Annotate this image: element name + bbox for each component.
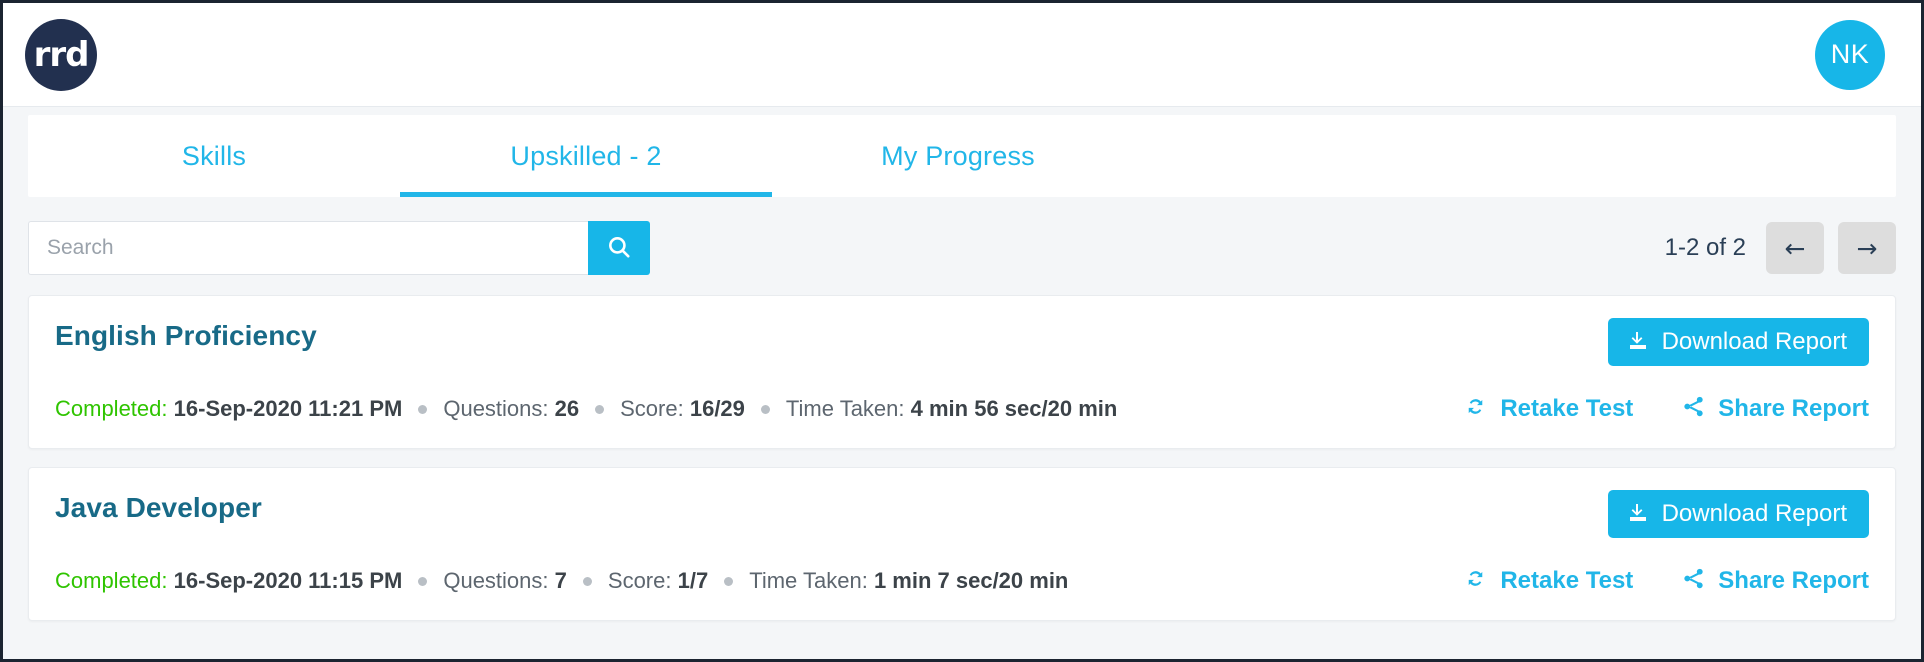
next-page-button[interactable]: → <box>1838 222 1896 274</box>
search-button[interactable] <box>588 221 650 275</box>
retake-test-button[interactable]: Retake Test <box>1463 566 1633 596</box>
dot-separator-icon <box>595 404 605 414</box>
meta-completed-value: 16-Sep-2020 11:15 PM <box>173 568 403 593</box>
avatar[interactable]: NK <box>1815 19 1885 90</box>
tab-label: My Progress <box>881 140 1035 171</box>
download-icon <box>1626 501 1650 528</box>
card-header-row: English Proficiency Download Report <box>55 318 1869 372</box>
share-icon <box>1681 566 1706 596</box>
retake-test-label: Retake Test <box>1500 567 1634 594</box>
meta-completed: Completed: 16-Sep-2020 11:15 PM <box>55 568 402 594</box>
meta-questions-key: Questions: <box>443 568 549 593</box>
dot-separator-icon <box>760 404 770 414</box>
meta-completed-key: Completed: <box>55 568 168 593</box>
dot-separator-icon <box>418 404 428 414</box>
app-header: rrd NK <box>3 3 1921 107</box>
meta-questions-value: 7 <box>554 568 567 593</box>
arrow-right-icon: → <box>1856 233 1878 263</box>
tabbar-wrapper: Skills Upskilled - 2 My Progress <box>3 107 1921 197</box>
pagination-label: 1-2 of 2 <box>1664 234 1746 261</box>
card-meta-row: Completed: 16-Sep-2020 11:21 PM Question… <box>55 394 1869 424</box>
share-report-button[interactable]: Share Report <box>1681 394 1869 424</box>
meta-score-key: Score: <box>607 568 672 593</box>
tab-label: Upskilled - 2 <box>510 140 662 171</box>
brand-logo[interactable]: rrd <box>25 18 97 91</box>
meta-score-value: 16/29 <box>689 396 745 421</box>
download-report-button[interactable]: Download Report <box>1607 490 1869 538</box>
pagination: 1-2 of 2 ← → <box>1665 222 1896 274</box>
meta-questions-value: 26 <box>554 396 580 421</box>
card-meta: Completed: 16-Sep-2020 11:15 PM Question… <box>55 568 1068 594</box>
meta-time-key: Time Taken: <box>749 568 868 593</box>
tab-label: Skills <box>181 140 247 171</box>
meta-score: Score: 16/29 <box>620 396 745 422</box>
card-title: Java Developer <box>55 492 262 523</box>
search-group <box>28 221 650 275</box>
share-icon <box>1681 394 1706 424</box>
share-report-button[interactable]: Share Report <box>1681 566 1869 596</box>
search-icon <box>606 234 632 263</box>
tab-my-progress[interactable]: My Progress <box>772 115 1144 197</box>
retake-test-label: Retake Test <box>1500 395 1634 422</box>
meta-time-key: Time Taken: <box>785 396 905 421</box>
meta-questions: Questions: 26 <box>443 396 579 422</box>
meta-questions: Questions: 7 <box>443 568 567 594</box>
meta-completed: Completed: 16-Sep-2020 11:21 PM <box>55 396 402 422</box>
refresh-icon <box>1463 566 1488 596</box>
avatar-initials: NK <box>1830 39 1870 69</box>
meta-time-taken: Time Taken: 1 min 7 sec/20 min <box>749 568 1068 594</box>
share-report-label: Share Report <box>1718 567 1869 594</box>
meta-completed-key: Completed: <box>55 396 168 421</box>
tab-upskilled[interactable]: Upskilled - 2 <box>400 115 772 197</box>
card-header-row: Java Developer Download Report <box>55 490 1869 544</box>
toolbar: 1-2 of 2 ← → <box>28 221 1896 275</box>
prev-page-button[interactable]: ← <box>1766 222 1824 274</box>
meta-time-value: 1 min 7 sec/20 min <box>873 568 1069 593</box>
app-root: rrd NK Skills Upskilled - 2 My Progress <box>3 3 1921 659</box>
brand-logo-text: rrd <box>33 34 90 75</box>
meta-completed-value: 16-Sep-2020 11:21 PM <box>173 396 403 421</box>
assessment-list: English Proficiency Download Report Comp… <box>28 295 1896 621</box>
share-report-label: Share Report <box>1718 395 1869 422</box>
search-input[interactable] <box>28 221 588 275</box>
dot-separator-icon <box>582 576 592 586</box>
download-report-button[interactable]: Download Report <box>1607 318 1869 366</box>
meta-score-key: Score: <box>620 396 684 421</box>
tab-skills[interactable]: Skills <box>28 115 400 197</box>
retake-test-button[interactable]: Retake Test <box>1463 394 1633 424</box>
card-meta-row: Completed: 16-Sep-2020 11:15 PM Question… <box>55 566 1869 596</box>
meta-time-taken: Time Taken: 4 min 56 sec/20 min <box>786 396 1117 422</box>
card-actions: Retake Test Share Report <box>1463 394 1869 424</box>
meta-questions-key: Questions: <box>443 396 549 421</box>
dot-separator-icon <box>724 576 734 586</box>
tabbar: Skills Upskilled - 2 My Progress <box>28 115 1896 197</box>
arrow-left-icon: ← <box>1784 233 1806 263</box>
refresh-icon <box>1463 394 1488 424</box>
download-report-label: Download Report <box>1661 328 1847 355</box>
meta-time-value: 4 min 56 sec/20 min <box>910 396 1118 421</box>
card-meta: Completed: 16-Sep-2020 11:21 PM Question… <box>55 396 1117 422</box>
card-title: English Proficiency <box>55 320 317 351</box>
assessment-card: English Proficiency Download Report Comp… <box>28 295 1896 449</box>
meta-score: Score: 1/7 <box>608 568 708 594</box>
assessment-card: Java Developer Download Report Completed… <box>28 467 1896 621</box>
download-icon <box>1626 329 1650 356</box>
dot-separator-icon <box>418 576 428 586</box>
download-report-label: Download Report <box>1661 500 1847 527</box>
meta-score-value: 1/7 <box>677 568 709 593</box>
card-actions: Retake Test Share Report <box>1463 566 1869 596</box>
